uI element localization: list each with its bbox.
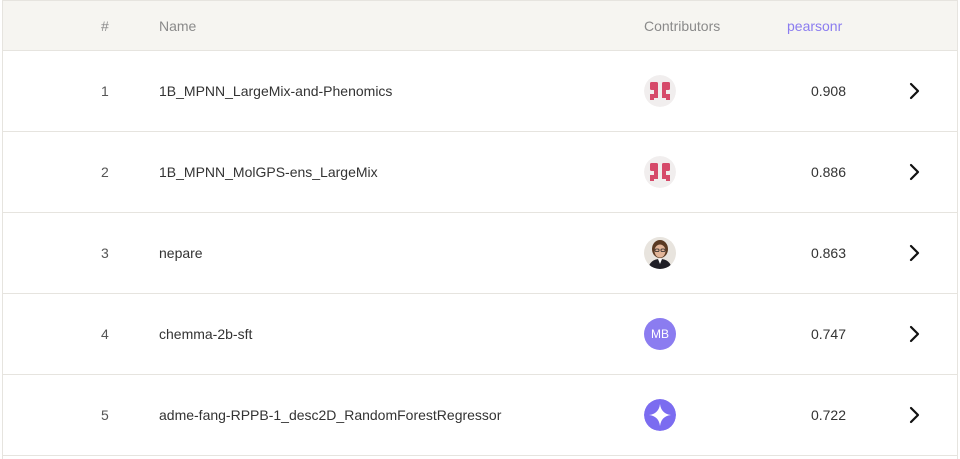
model-name-cell: nepare: [159, 245, 203, 261]
chevron-right-icon[interactable]: [904, 405, 924, 425]
table-row[interactable]: 2 1B_MPNN_MolGPS-ens_LargeMix 0.886: [3, 132, 957, 213]
column-header-rank: #: [101, 17, 109, 34]
column-header-name: Name: [159, 17, 197, 34]
pearsonr-score-cell: 0.747: [810, 326, 846, 342]
pearsonr-score-cell: 0.863: [810, 245, 846, 261]
table-row[interactable]: 3 nepare 0.863: [3, 213, 957, 294]
pearsonr-score-cell: 0.886: [810, 164, 846, 180]
table-row[interactable]: 5 adme-fang-RPPB-1_desc2D_RandomForestRe…: [3, 375, 957, 456]
pearsonr-score-cell: 0.722: [810, 407, 846, 423]
chevron-right-icon[interactable]: [904, 81, 924, 101]
model-name-cell: chemma-2b-sft: [159, 326, 253, 342]
table-header: # Name Contributors pearsonr: [3, 0, 957, 51]
rank-cell: 2: [101, 164, 109, 180]
column-header-pearsonr[interactable]: pearsonr: [787, 1, 842, 50]
chevron-right-icon[interactable]: [904, 162, 924, 182]
chevron-right-icon[interactable]: [904, 324, 924, 344]
valence-logo-icon: [644, 156, 676, 188]
sparkle-logo-icon: [644, 399, 676, 431]
initials-avatar: MB: [644, 318, 676, 350]
table-row[interactable]: 4 chemma-2b-sft MB 0.747: [3, 294, 957, 375]
rank-cell: 4: [101, 326, 109, 342]
rank-cell: 1: [101, 83, 109, 99]
model-name-cell: 1B_MPNN_MolGPS-ens_LargeMix: [159, 164, 378, 180]
rank-cell: 3: [101, 245, 109, 261]
column-header-contributors: Contributors: [644, 17, 721, 34]
user-photo-avatar: [644, 237, 676, 269]
table-row[interactable]: 1 1B_MPNN_LargeMix-and-Phenomics 0.908: [3, 51, 957, 132]
valence-logo-icon: [644, 75, 676, 107]
rank-cell: 5: [101, 407, 109, 423]
leaderboard-table: # Name Contributors pearsonr 1 1B_MPNN_L…: [2, 0, 958, 459]
pearsonr-score-cell: 0.908: [810, 83, 846, 99]
model-name-cell: adme-fang-RPPB-1_desc2D_RandomForestRegr…: [159, 407, 502, 423]
model-name-cell: 1B_MPNN_LargeMix-and-Phenomics: [159, 83, 393, 99]
chevron-right-icon[interactable]: [904, 243, 924, 263]
